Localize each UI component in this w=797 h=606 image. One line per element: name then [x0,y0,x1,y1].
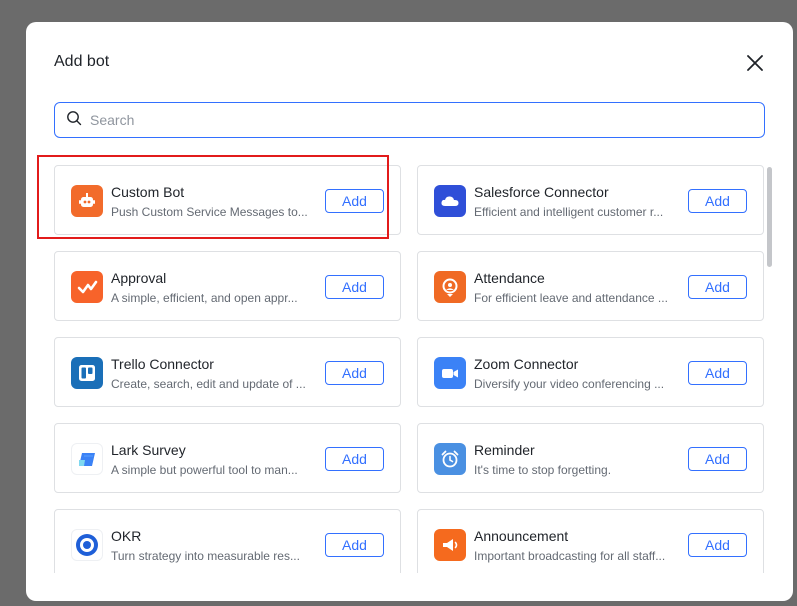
bot-name: OKR [111,528,142,544]
bot-name: Trello Connector [111,356,214,372]
add-button[interactable]: Add [325,275,384,299]
bot-description: Important broadcasting for all staff... [474,549,666,563]
bot-card-attendance: Attendance For efficient leave and atten… [417,251,764,321]
close-icon[interactable] [744,52,766,74]
list-scrollbar[interactable] [767,167,772,267]
bot-name: Zoom Connector [474,356,579,372]
bot-card-approval: Approval A simple, efficient, and open a… [54,251,401,321]
bot-description: Create, search, edit and update of ... [111,377,306,391]
bot-list[interactable]: Custom Bot Push Custom Service Messages … [54,165,766,573]
okr-target-icon [71,529,103,561]
bot-card-zoom-connector: Zoom Connector Diversify your video conf… [417,337,764,407]
bot-description: Diversify your video conferencing ... [474,377,665,391]
add-button[interactable]: Add [688,533,747,557]
add-bot-dialog: Add bot Custom Bot Push Custom Service M… [26,22,793,601]
add-button[interactable]: Add [325,361,384,385]
dialog-title: Add bot [54,53,110,70]
bot-name: Attendance [474,270,545,286]
bot-description: It's time to stop forgetting. [474,463,612,477]
location-pin-icon [434,271,466,303]
bot-name: Reminder [474,442,535,458]
bot-card-salesforce-connector: Salesforce Connector Efficient and intel… [417,165,764,235]
add-button[interactable]: Add [325,447,384,471]
add-button[interactable]: Add [688,361,747,385]
alarm-clock-icon [434,443,466,475]
bot-name: Announcement [474,528,569,544]
bot-description: Efficient and intelligent customer r... [474,205,664,219]
robot-icon [71,185,103,217]
bot-card-custom-bot: Custom Bot Push Custom Service Messages … [54,165,401,235]
approval-check-icon [71,271,103,303]
bot-description: For efficient leave and attendance ... [474,291,668,305]
search-box[interactable] [54,102,765,138]
bot-name: Approval [111,270,167,286]
bot-name: Lark Survey [111,442,186,458]
add-button[interactable]: Add [325,533,384,557]
bot-card-announcement: Announcement Important broadcasting for … [417,509,764,573]
trello-icon [71,357,103,389]
add-button[interactable]: Add [325,189,384,213]
bot-name: Custom Bot [111,184,185,200]
bot-card-trello-connector: Trello Connector Create, search, edit an… [54,337,401,407]
add-button[interactable]: Add [688,447,747,471]
megaphone-icon [434,529,466,561]
search-icon [66,110,82,131]
bot-card-reminder: Reminder It's time to stop forgetting. A… [417,423,764,493]
bot-card-okr: OKR Turn strategy into measurable res...… [54,509,401,573]
bot-card-lark-survey: Lark Survey A simple but powerful tool t… [54,423,401,493]
add-button[interactable]: Add [688,189,747,213]
bot-description: A simple but powerful tool to man... [111,463,298,477]
add-button[interactable]: Add [688,275,747,299]
search-input[interactable] [90,112,730,128]
survey-icon [71,443,103,475]
bot-name: Salesforce Connector [474,184,609,200]
video-camera-icon [434,357,466,389]
bot-description: A simple, efficient, and open appr... [111,291,298,305]
bot-description: Turn strategy into measurable res... [111,549,300,563]
bot-description: Push Custom Service Messages to... [111,205,308,219]
cloud-icon [434,185,466,217]
